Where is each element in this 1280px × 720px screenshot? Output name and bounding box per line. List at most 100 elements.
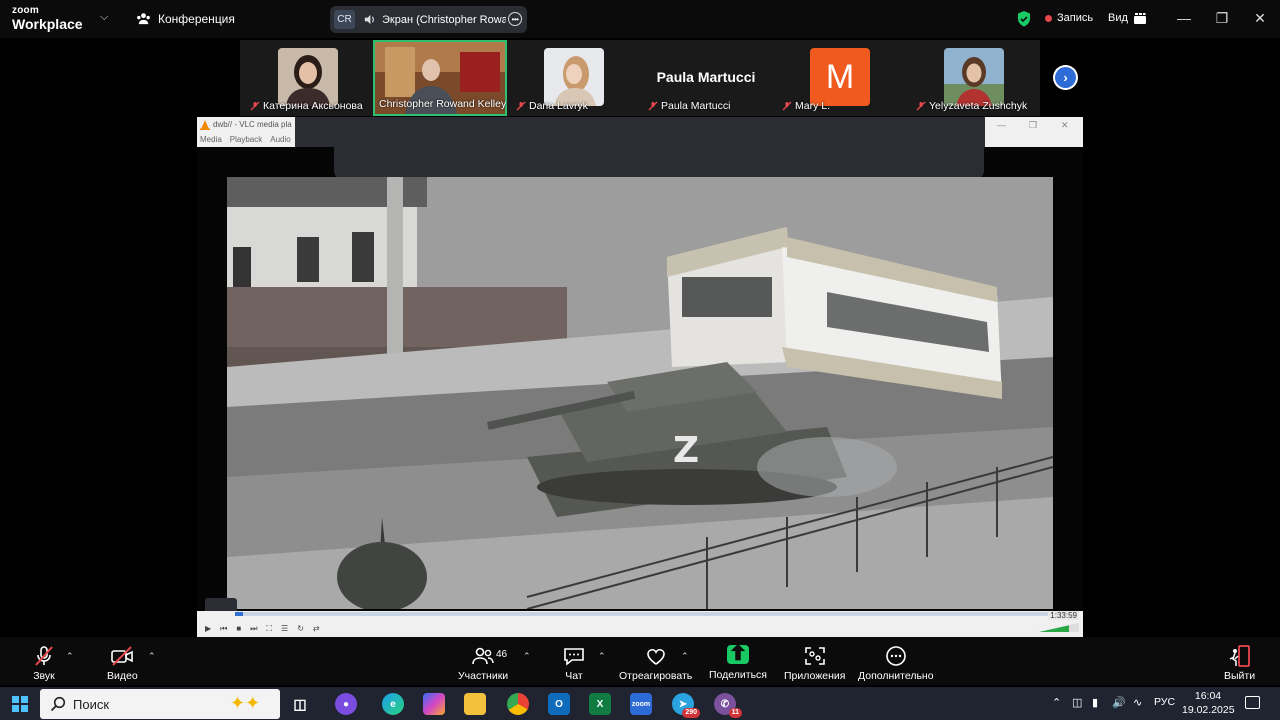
participant-tile[interactable]: Yelyzaveta Zushchyk <box>908 40 1040 116</box>
record-button[interactable]: Запись <box>1045 12 1093 24</box>
record-dot-icon <box>1045 14 1052 22</box>
wifi-icon[interactable]: ∿ <box>1133 696 1142 709</box>
search-placeholder: Поиск <box>73 697 110 712</box>
participant-avatar: M <box>810 48 870 106</box>
audio-options-caret[interactable]: ⌃ <box>66 651 74 662</box>
sharer-initials: CR <box>334 10 355 29</box>
fullscreen-icon: ⛶ <box>266 624 273 633</box>
shared-screen: dwb// - VLC media pla Media Playback Aud… <box>197 117 1083 637</box>
windows-taskbar: Поиск ✦✦ ◫ ● e O X zoom ➤ 290 ✆ 11 ⌃ ◫ ▮… <box>0 687 1280 720</box>
vlc-menu-media: Media <box>200 135 222 144</box>
taskbar-search-box[interactable]: Поиск ✦✦ <box>40 689 280 719</box>
participant-name-text: Mary L. <box>795 100 831 112</box>
search-icon <box>50 696 66 712</box>
chrome-browser-icon[interactable] <box>507 693 529 715</box>
language-indicator[interactable]: РУС <box>1154 696 1175 708</box>
share-label: Поделиться <box>709 669 767 681</box>
logo-line2: Workplace <box>12 16 83 32</box>
excel-icon[interactable]: X <box>589 693 611 715</box>
view-label: Вид <box>1108 12 1128 24</box>
share-arrow-icon <box>726 643 749 664</box>
participant-tile[interactable]: M Mary L. <box>774 40 906 116</box>
participant-photo <box>544 48 604 106</box>
video-button[interactable]: Видео <box>107 645 138 682</box>
copilot-sparkle-icon: ✦✦ <box>230 693 261 713</box>
mic-muted-icon <box>516 101 526 111</box>
logo-line1: zoom <box>12 5 39 16</box>
audio-button[interactable]: Звук <box>32 645 56 682</box>
file-explorer-icon[interactable] <box>464 693 486 715</box>
participant-tile-active[interactable]: Christopher Rowand Kelley <box>373 40 507 116</box>
telegram-icon[interactable]: ➤ 290 <box>672 693 700 718</box>
notification-center-icon[interactable] <box>1245 696 1260 709</box>
participant-name-text: Daria Lavryk <box>529 100 588 112</box>
next-participants-button[interactable]: › <box>1053 65 1078 90</box>
windows-start-button[interactable] <box>12 696 28 712</box>
zoom-app-icon[interactable]: zoom <box>630 693 652 715</box>
top-bar: zoom Workplace ⌵ Конференция CR Экран (C… <box>0 0 1280 38</box>
conference-info-button[interactable]: Конференция <box>136 11 235 26</box>
participant-photo <box>944 48 1004 106</box>
participant-display-name: Paula Martucci <box>656 69 756 85</box>
network-icon[interactable]: ◫ <box>1072 696 1082 709</box>
participant-name-text: Yelyzaveta Zushchyk <box>929 100 1028 112</box>
video-options-caret[interactable]: ⌃ <box>148 651 156 662</box>
chevron-down-icon[interactable]: ⌵ <box>100 11 108 24</box>
taskbar-clock[interactable]: 16:04 19.02.2025 <box>1182 689 1235 717</box>
more-options-icon[interactable]: ••• <box>508 12 522 26</box>
apps-icon <box>804 647 825 665</box>
close-icon[interactable]: ✕ <box>1252 10 1268 27</box>
task-view-icon[interactable]: ◫ <box>289 693 311 715</box>
tray-overflow-chevron-icon[interactable]: ⌃ <box>1052 696 1061 709</box>
mic-muted-icon <box>782 101 792 111</box>
view-button[interactable]: Вид <box>1108 12 1146 24</box>
react-options-caret[interactable]: ⌃ <box>681 651 689 662</box>
chat-button[interactable]: Чат <box>562 645 586 682</box>
vlc-restore-icon: ❐ <box>1029 120 1038 130</box>
screen-share-indicator[interactable]: CR Экран (Christopher Rowand ••• <box>330 6 527 33</box>
apps-button[interactable]: Приложения <box>784 645 845 682</box>
vlc-minimize-icon: — <box>997 120 1006 130</box>
people-group-icon <box>137 13 150 25</box>
telegram-badge: 290 <box>682 708 700 718</box>
minimize-icon[interactable]: — <box>1176 10 1192 26</box>
volume-icon[interactable]: 🔊 <box>1112 696 1126 709</box>
restore-icon[interactable]: ❐ <box>1214 10 1230 27</box>
copilot-app-icon[interactable] <box>423 693 445 715</box>
outlook-icon[interactable]: O <box>548 693 570 715</box>
meeting-toolbar: Звук ⌃ Видео ⌃ Участники 46 ⌃ Чат ⌃ Отре… <box>0 637 1280 685</box>
mic-muted-icon <box>35 646 53 666</box>
more-button[interactable]: Дополнительно <box>858 645 934 682</box>
leave-door-icon <box>1229 645 1250 667</box>
leave-button[interactable]: Выйти <box>1224 645 1255 682</box>
participant-name: Paula Martucci <box>648 100 730 112</box>
viber-icon[interactable]: ✆ 11 <box>714 693 742 718</box>
participant-tile[interactable]: Катерина Аксьонова <box>242 40 374 116</box>
voice-app-icon[interactable]: ● <box>335 693 357 715</box>
chevron-right-icon: › <box>1055 67 1076 88</box>
zoom-logo: zoom Workplace <box>12 5 83 32</box>
redacted-overlay <box>334 117 984 179</box>
vlc-menu-audio: Audio <box>270 135 291 144</box>
participant-name-text: Paula Martucci <box>661 100 731 112</box>
vlc-menu-bar: Media Playback Audio <box>200 135 291 144</box>
battery-icon[interactable]: ▮ <box>1092 696 1098 709</box>
view-grid-icon <box>1133 12 1146 24</box>
apps-label: Приложения <box>784 670 846 682</box>
mic-muted-icon <box>916 101 926 111</box>
participant-tile[interactable]: Daria Lavryk <box>508 40 640 116</box>
clock-date: 19.02.2025 <box>1182 704 1235 716</box>
mic-muted-icon <box>250 101 260 111</box>
participants-options-caret[interactable]: ⌃ <box>523 651 531 662</box>
share-screen-button[interactable]: Поделиться <box>709 643 767 681</box>
chat-options-caret[interactable]: ⌃ <box>598 651 606 662</box>
participant-name: Катерина Аксьонова <box>250 100 363 112</box>
participant-tile[interactable]: Paula Martucci Paula Martucci <box>640 40 772 116</box>
security-shield-icon[interactable] <box>1016 10 1032 28</box>
vlc-volume-indicator <box>1039 623 1079 632</box>
conference-label: Конференция <box>158 11 235 26</box>
vlc-time: 1:33:59 <box>1048 611 1079 620</box>
viber-badge: 11 <box>728 708 742 718</box>
next-icon: ⏭ <box>250 624 258 633</box>
edge-browser-icon[interactable]: e <box>382 693 404 715</box>
